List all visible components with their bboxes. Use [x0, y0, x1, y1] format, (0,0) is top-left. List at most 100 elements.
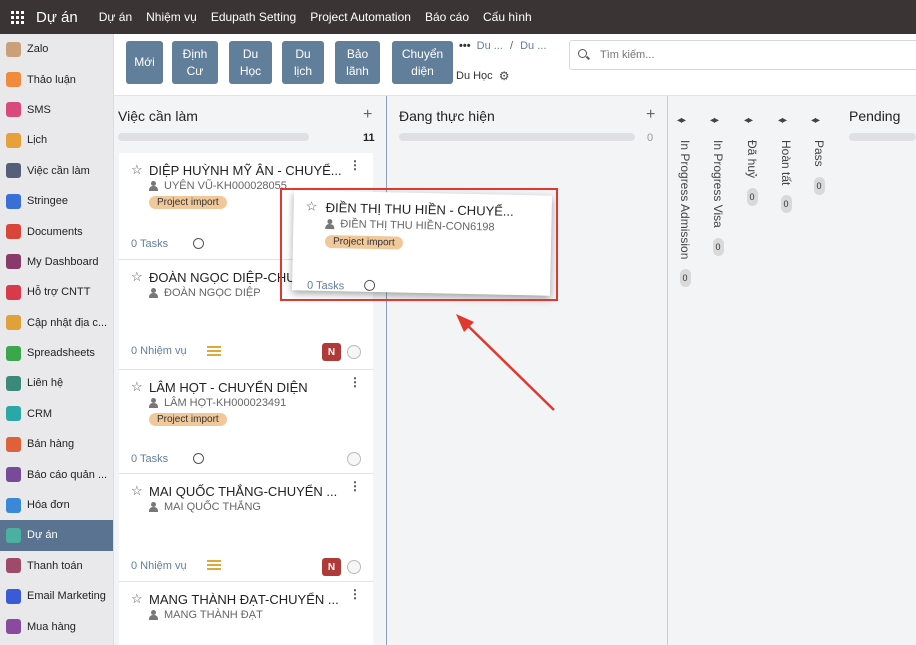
star-icon[interactable]: ☆: [131, 483, 143, 499]
sidebar-item-label: Zalo: [27, 43, 49, 56]
kebab-menu-icon[interactable]: ⋮: [349, 159, 361, 171]
chat-icon: [6, 72, 21, 88]
sidebar-item[interactable]: Documents: [0, 216, 113, 246]
report-icon: [6, 467, 21, 483]
kebab-menu-icon[interactable]: ⋮: [349, 480, 361, 492]
star-icon[interactable]: ☆: [131, 591, 143, 607]
card-task-count[interactable]: 0 Nhiệm vụ: [131, 560, 187, 572]
breadcrumb-item-2[interactable]: Du ...: [520, 40, 546, 52]
folded-column-in-progress-admission[interactable]: ◂▸ In Progress Admission 0: [668, 96, 701, 645]
sidebar-item[interactable]: SMS: [0, 95, 113, 125]
sidebar-item[interactable]: Zalo: [0, 34, 113, 64]
expand-arrows-icon[interactable]: ◂▸: [744, 115, 753, 126]
menu-item-project-automation[interactable]: Project Automation: [303, 10, 418, 24]
new-button[interactable]: Mới: [126, 41, 163, 84]
sidebar-item[interactable]: Việc cần làm: [0, 156, 113, 186]
kebab-menu-icon[interactable]: ⋮: [349, 588, 361, 600]
sidebar-item[interactable]: Hỗ trợ CNTT: [0, 277, 113, 307]
column-progress-bar[interactable]: [118, 133, 309, 141]
gear-icon[interactable]: ⚙: [499, 69, 510, 83]
sidebar-item[interactable]: Hóa đơn: [0, 490, 113, 520]
column-progress-bar[interactable]: [399, 133, 635, 141]
star-icon[interactable]: ☆: [131, 379, 143, 395]
app-brand[interactable]: Dự án: [36, 9, 78, 26]
crm-icon: [6, 406, 21, 422]
du-hoc-button[interactable]: Du Học: [229, 41, 272, 84]
support-icon: [6, 284, 21, 300]
add-card-icon[interactable]: +: [363, 106, 372, 124]
card-tag: Project import: [149, 413, 227, 426]
status-circle[interactable]: [347, 560, 361, 574]
kebab-menu-icon[interactable]: ⋮: [349, 376, 361, 388]
menu-item-edupath-setting[interactable]: Edupath Setting: [204, 10, 303, 24]
sidebar-item[interactable]: My Dashboard: [0, 247, 113, 277]
priority-lines-icon: [207, 346, 221, 357]
sidebar-item[interactable]: Bán hàng: [0, 429, 113, 459]
add-card-icon[interactable]: +: [646, 106, 655, 124]
card-customer: UYÊN VŨ-KH000028055: [149, 180, 287, 192]
kanban-card[interactable]: ☆ MAI QUỐC THẮNG-CHUYỂN ... ⋮ MAI QUỐC T…: [119, 474, 373, 582]
expand-arrows-icon[interactable]: ◂▸: [811, 115, 820, 126]
dinh-cu-button[interactable]: Định Cư: [172, 41, 218, 84]
folder-icon: [6, 224, 21, 240]
person-icon: [149, 288, 158, 298]
kanban-card[interactable]: ☆ MANG THÀNH ĐẠT-CHUYỂN ... ⋮ MANG THÀNH…: [119, 582, 373, 645]
sidebar-item[interactable]: Thảo luận: [0, 64, 113, 94]
breadcrumb-item-1[interactable]: Du ...: [477, 40, 503, 52]
sidebar-item[interactable]: Lịch: [0, 125, 113, 155]
star-icon[interactable]: ☆: [131, 162, 143, 178]
bao-lanh-button[interactable]: Bảo lãnh: [335, 41, 380, 84]
card-task-count[interactable]: 0 Tasks: [131, 453, 168, 465]
column-title[interactable]: Việc cần làm: [118, 108, 198, 124]
sidebar-item[interactable]: Báo cáo quản ...: [0, 459, 113, 489]
column-progress-bar[interactable]: [849, 133, 916, 141]
column-title[interactable]: Đang thực hiện: [399, 108, 495, 124]
sidebar-item[interactable]: Email Marketing: [0, 581, 113, 611]
expand-arrows-icon[interactable]: ◂▸: [677, 115, 686, 126]
sidebar-item[interactable]: Mua hàng: [0, 611, 113, 641]
search-icon: [578, 49, 590, 61]
menu-item-bao-cao[interactable]: Báo cáo: [418, 10, 476, 24]
chuyen-dien-button[interactable]: Chuyển diện: [392, 41, 453, 84]
clock-icon[interactable]: [193, 453, 204, 464]
search-input[interactable]: [600, 49, 900, 61]
star-icon[interactable]: ☆: [131, 269, 143, 285]
breadcrumb-more[interactable]: •••: [459, 40, 471, 52]
app-menu-grid-icon[interactable]: [2, 0, 32, 34]
card-task-count[interactable]: 0 Tasks: [131, 238, 168, 250]
sidebar-item[interactable]: Stringee: [0, 186, 113, 216]
du-lich-button[interactable]: Du lịch: [282, 41, 324, 84]
avatar-badge[interactable]: N: [322, 343, 341, 361]
sidebar-item[interactable]: Cập nhật địa c...: [0, 308, 113, 338]
status-circle[interactable]: [347, 345, 361, 359]
expand-arrows-icon[interactable]: ◂▸: [710, 115, 719, 126]
menu-item-du-an[interactable]: Dự án: [92, 10, 139, 24]
menu-item-cau-hinh[interactable]: Cấu hình: [476, 10, 539, 24]
folded-column-da-huy[interactable]: ◂▸ Đã huỷ 0: [735, 96, 768, 645]
folded-column-hoan-tat[interactable]: ◂▸ Hoàn tất 0: [769, 96, 802, 645]
sidebar-item[interactable]: Spreadsheets: [0, 338, 113, 368]
search-bar[interactable]: [569, 40, 916, 70]
expand-arrows-icon[interactable]: ◂▸: [778, 115, 787, 126]
menu-item-nhiem-vu[interactable]: Nhiệm vụ: [139, 10, 204, 24]
card-task-count[interactable]: 0 Nhiệm vụ: [131, 345, 187, 357]
clock-icon[interactable]: [193, 238, 204, 249]
sidebar-item[interactable]: CRM: [0, 399, 113, 429]
status-circle[interactable]: [347, 452, 361, 466]
card-title: MAI QUỐC THẮNG-CHUYỂN ...: [149, 484, 338, 499]
card-customer: MAI QUỐC THẮNG: [149, 501, 261, 513]
card-customer-label: MANG THÀNH ĐẠT: [164, 609, 263, 621]
sidebar-item[interactable]: Thanh toán: [0, 551, 113, 581]
kanban-card[interactable]: ☆ LÂM HỌT - CHUYỂN DIỆN ⋮ LÂM HỌT-KH0000…: [119, 370, 373, 474]
folded-column-count: 0: [780, 195, 792, 214]
sidebar-item-label: Thảo luận: [27, 73, 76, 86]
sidebar-item[interactable]: Liên hệ: [0, 368, 113, 398]
card-customer-label: UYÊN VŨ-KH000028055: [164, 180, 287, 192]
project-icon: [6, 527, 21, 543]
sidebar-item[interactable]: Dự án: [0, 520, 113, 551]
avatar-badge[interactable]: N: [322, 558, 341, 576]
payment-icon: [6, 558, 21, 574]
folded-column-pass[interactable]: ◂▸ Pass 0: [802, 96, 835, 645]
column-title-pending[interactable]: Pending: [849, 108, 900, 124]
folded-column-in-progress-visa[interactable]: ◂▸ In Progress Visa 0: [701, 96, 734, 645]
